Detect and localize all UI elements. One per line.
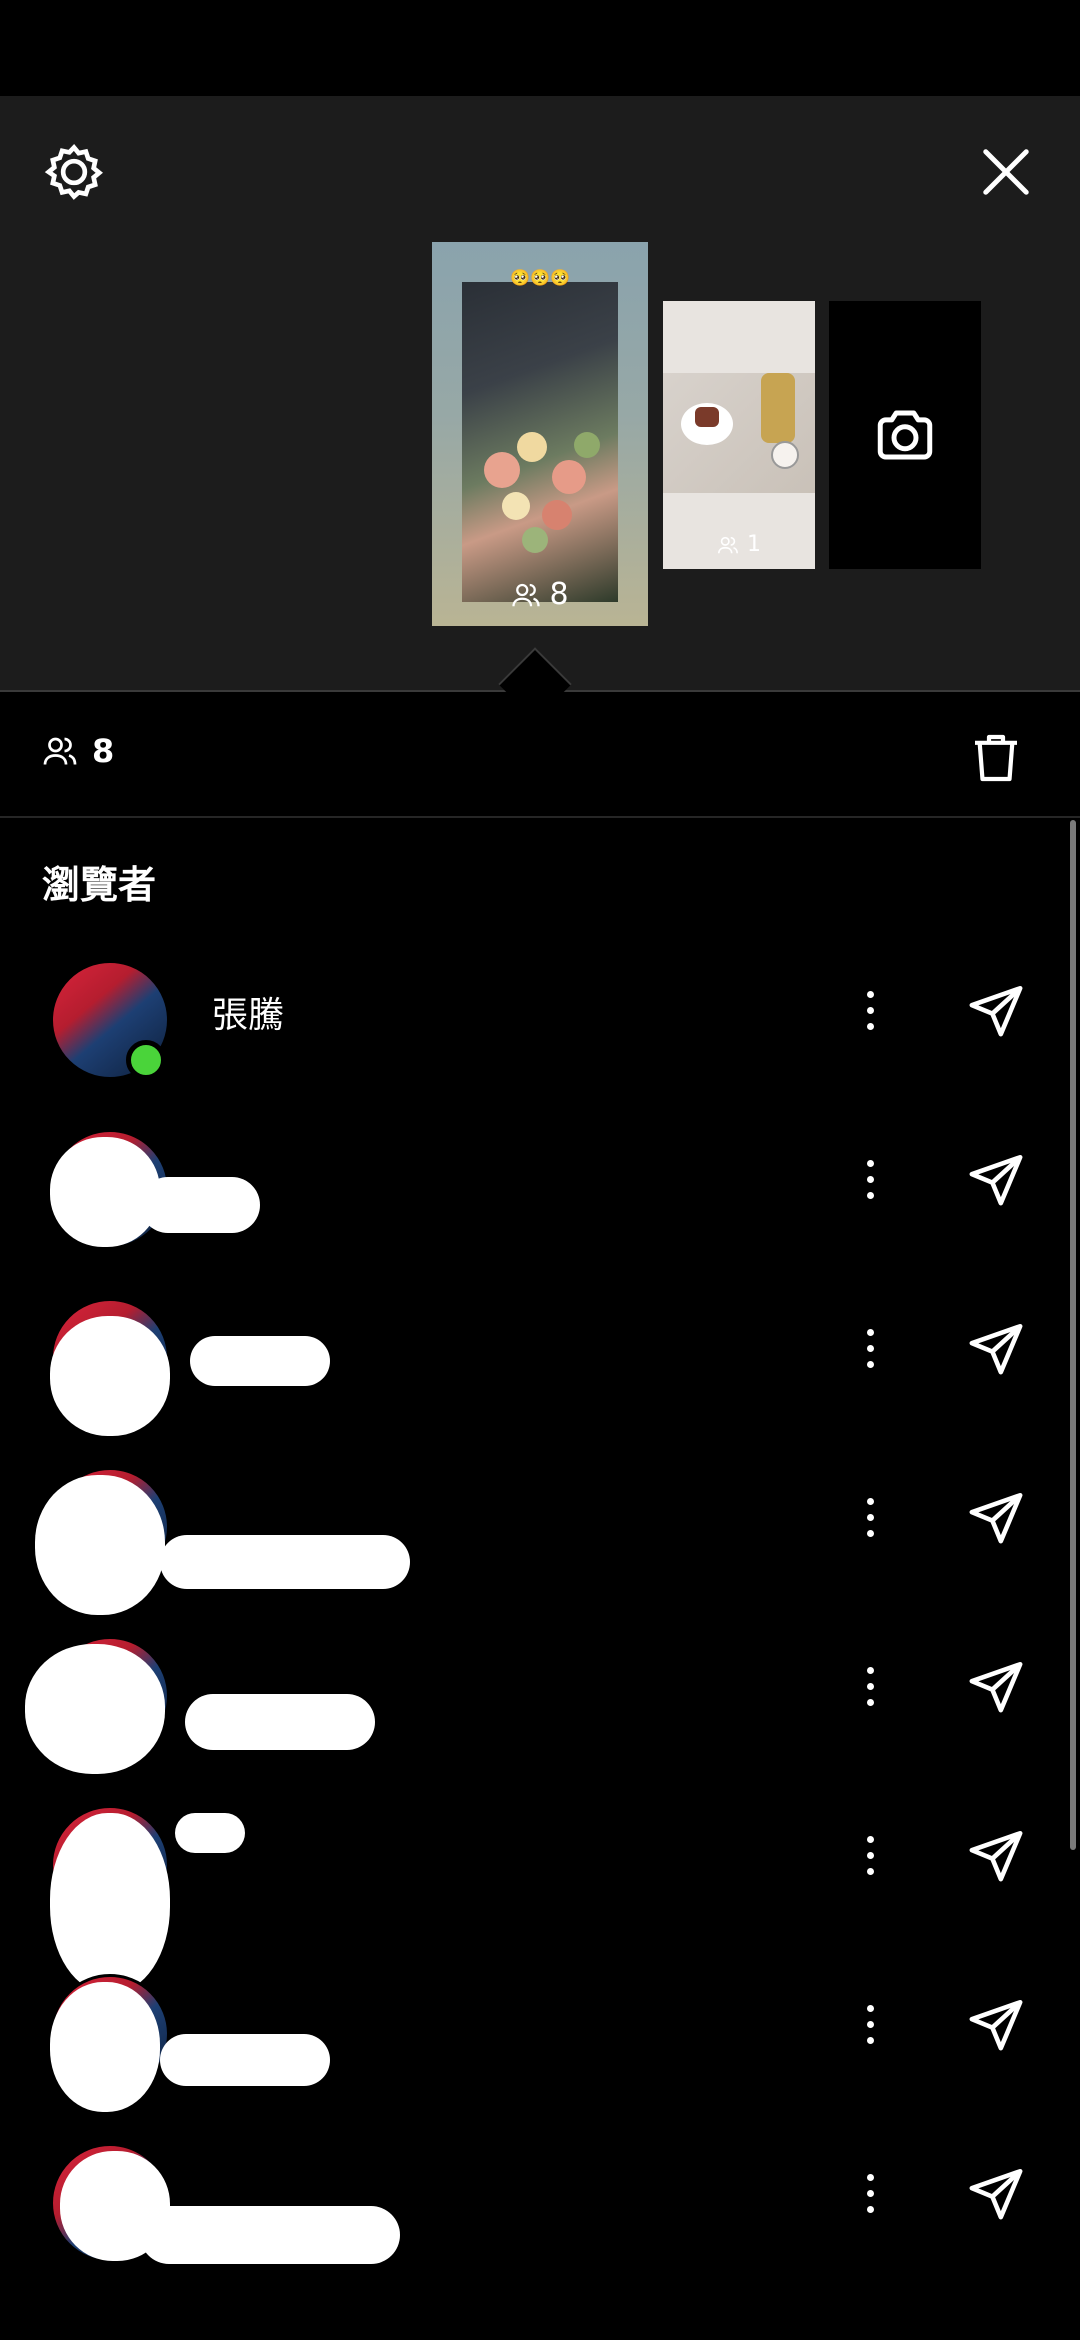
- send-icon: [969, 985, 1023, 1037]
- send-icon: [969, 1999, 1023, 2051]
- more-icon: [866, 2173, 874, 2213]
- redaction-mark: [160, 2034, 330, 2086]
- send-message-button[interactable]: [960, 1988, 1032, 2060]
- send-message-button[interactable]: [960, 1143, 1032, 1215]
- story-thumbnail-selected[interactable]: 🥺🥺🥺 8: [432, 242, 648, 626]
- close-button[interactable]: [970, 136, 1042, 208]
- more-options-button[interactable]: [850, 1308, 890, 1388]
- viewer-count-value: 8: [92, 732, 115, 770]
- redaction-mark: [50, 1316, 170, 1436]
- redaction-mark: [140, 1177, 260, 1233]
- add-story-button[interactable]: [829, 301, 981, 569]
- more-icon: [866, 2004, 874, 2044]
- send-icon: [969, 1323, 1023, 1375]
- more-icon: [866, 1328, 874, 1368]
- story-photo: [663, 373, 815, 493]
- viewer-row[interactable]: 張騰: [0, 928, 1060, 1097]
- story-viewer-count-value: 1: [747, 532, 761, 557]
- send-message-button[interactable]: [960, 974, 1032, 1046]
- viewer-row[interactable]: [0, 1266, 1060, 1436]
- redaction-mark: [35, 1475, 165, 1615]
- status-bar: [0, 0, 1080, 96]
- send-message-button[interactable]: [960, 1650, 1032, 1722]
- more-icon: [866, 1497, 874, 1537]
- more-options-button[interactable]: [850, 970, 890, 1050]
- more-icon: [866, 1666, 874, 1706]
- send-icon: [969, 1492, 1023, 1544]
- send-icon: [969, 1830, 1023, 1882]
- redaction-mark: [140, 2206, 400, 2264]
- redaction-mark: [185, 1694, 375, 1750]
- viewers-icon: [512, 583, 541, 606]
- viewer-row[interactable]: [0, 1942, 1060, 2112]
- viewer-row[interactable]: [0, 1435, 1060, 1615]
- redaction-mark: [50, 1982, 160, 2112]
- redaction-mark: [190, 1336, 330, 1386]
- trash-icon: [975, 734, 1017, 782]
- redaction-mark: [160, 1535, 410, 1589]
- send-icon: [969, 1661, 1023, 1713]
- send-message-button[interactable]: [960, 2157, 1032, 2229]
- send-message-button[interactable]: [960, 1819, 1032, 1891]
- send-icon: [969, 2168, 1023, 2220]
- viewers-section-title: 瀏覽者: [42, 863, 157, 907]
- story-viewer-count: 8: [432, 577, 648, 612]
- viewer-row[interactable]: [0, 1604, 1060, 1774]
- send-message-button[interactable]: [960, 1312, 1032, 1384]
- viewer-name[interactable]: 張騰: [212, 986, 284, 1038]
- story-viewer-count: 1: [663, 532, 815, 557]
- more-options-button[interactable]: [850, 1646, 890, 1726]
- more-options-button[interactable]: [850, 1984, 890, 2064]
- viewer-row[interactable]: [0, 2111, 1060, 2280]
- online-status-dot: [126, 1040, 166, 1080]
- viewer-summary-bar: 8: [0, 692, 1080, 818]
- settings-button[interactable]: [38, 136, 110, 208]
- gear-icon: [44, 143, 103, 200]
- more-options-button[interactable]: [850, 1139, 890, 1219]
- story-photo: [462, 282, 618, 602]
- more-options-button[interactable]: [850, 1477, 890, 1557]
- more-options-button[interactable]: [850, 2153, 890, 2233]
- close-icon: [983, 149, 1029, 195]
- viewer-row[interactable]: [0, 1097, 1060, 1266]
- viewers-icon: [43, 737, 77, 765]
- more-icon: [866, 1159, 874, 1199]
- avatar[interactable]: [50, 960, 170, 1080]
- story-viewer-count-value: 8: [549, 577, 569, 612]
- more-icon: [866, 990, 874, 1030]
- camera-icon: [877, 410, 933, 460]
- redaction-mark: [25, 1644, 165, 1774]
- viewer-row[interactable]: [0, 1773, 1060, 1993]
- story-thumbnail[interactable]: 1: [663, 301, 815, 569]
- send-message-button[interactable]: [960, 1481, 1032, 1553]
- delete-story-button[interactable]: [960, 722, 1032, 794]
- more-options-button[interactable]: [850, 1815, 890, 1895]
- viewers-icon: [718, 536, 738, 553]
- more-icon: [866, 1835, 874, 1875]
- viewer-count: 8: [42, 732, 114, 770]
- story-emoji-text: 🥺🥺🥺: [510, 268, 570, 287]
- redaction-mark: [175, 1813, 245, 1853]
- scrollbar[interactable]: [1070, 820, 1076, 1850]
- send-icon: [969, 1154, 1023, 1206]
